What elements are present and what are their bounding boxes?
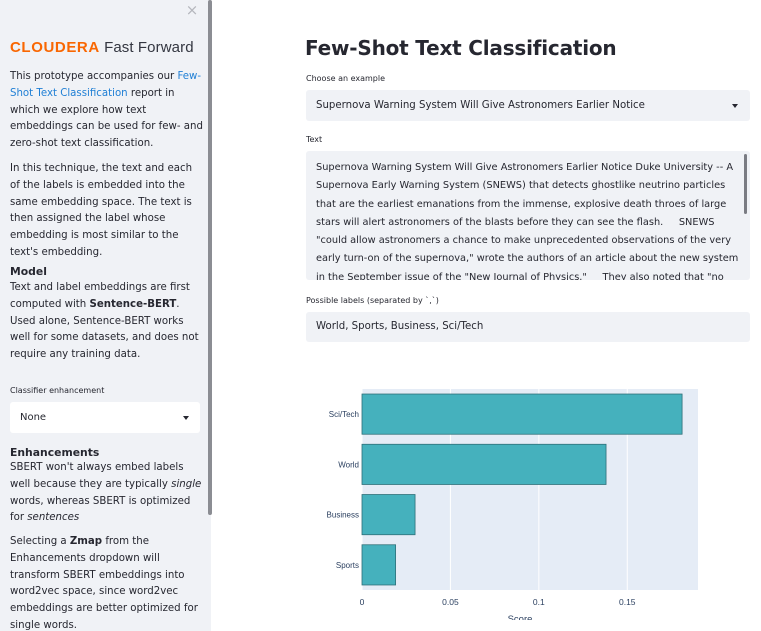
example-value: Supernova Warning System Will Give Astro… bbox=[316, 100, 645, 111]
score-chart-svg: 0 0.05 0.1 0.15 Sci/Tech World Business Sports S… bbox=[327, 389, 698, 625]
x-tick-label: 0.05 bbox=[442, 597, 459, 607]
main-content: Few-Shot Text Classification Choose an e… bbox=[212, 0, 761, 631]
model-heading: Model bbox=[10, 265, 47, 278]
enh-em-single: single bbox=[171, 478, 202, 490]
enhancement-select[interactable]: None bbox=[10, 402, 200, 433]
technique-paragraph: In this technique, the text and each of … bbox=[10, 163, 193, 258]
bar bbox=[361, 393, 683, 435]
zmap-text-end: from the Enhancements dropdown will tran… bbox=[10, 536, 198, 631]
page-title: Few-Shot Text Classification bbox=[305, 36, 617, 60]
enh-text: SBERT won't always embed labels well bec… bbox=[10, 462, 184, 490]
logo-text: Fast Forward bbox=[99, 39, 194, 56]
chevron-down-icon bbox=[183, 416, 189, 420]
labels-label: Possible labels (separated by `,`) bbox=[306, 296, 439, 305]
bar bbox=[361, 443, 607, 485]
example-select[interactable]: Supernova Warning System Will Give Astro… bbox=[306, 90, 750, 121]
sidebar: × CLOUDERA Fast Forward This prototype a… bbox=[0, 0, 211, 631]
enhancements-paragraph: SBERT won't always embed labels well bec… bbox=[10, 460, 204, 527]
logo-brand: CLOUDERA bbox=[10, 39, 100, 56]
x-axis-label: Score bbox=[508, 614, 533, 620]
enhancement-value: None bbox=[20, 412, 47, 423]
bar bbox=[361, 494, 416, 536]
chevron-down-icon bbox=[732, 104, 738, 108]
y-tick-label: Sports bbox=[336, 561, 359, 570]
x-tick-label: 0 bbox=[360, 597, 365, 607]
close-icon[interactable]: × bbox=[185, 3, 199, 18]
bar bbox=[361, 544, 396, 586]
labels-input[interactable]: World, Sports, Business, Sci/Tech bbox=[306, 312, 750, 342]
cloudera-logo: CLOUDERA Fast Forward bbox=[10, 39, 194, 56]
zmap-paragraph: Selecting a Zmap from the Enhancements d… bbox=[10, 534, 204, 631]
enhancement-label: Classifier enhancement bbox=[10, 386, 105, 395]
x-tick-label: 0.1 bbox=[533, 597, 545, 607]
enh-em-sentences: sentences bbox=[27, 512, 80, 524]
zmap-bold: Zmap bbox=[69, 536, 103, 547]
intro-text: This prototype accompanies our bbox=[10, 71, 178, 82]
zmap-text: Selecting a bbox=[10, 536, 70, 547]
score-chart: 0 0.05 0.1 0.15 Sci/Tech World Business Sports S… bbox=[302, 380, 722, 625]
enhancements-heading: Enhancements bbox=[10, 446, 100, 459]
y-tick-label: Sci/Tech bbox=[329, 410, 359, 419]
intro-paragraph: This prototype accompanies our Few-Shot … bbox=[10, 69, 204, 153]
y-tick-label: World bbox=[338, 460, 359, 469]
y-tick-label: Business bbox=[327, 511, 359, 520]
model-paragraph: Text and label embeddings are first comp… bbox=[10, 280, 204, 364]
text-area[interactable]: Supernova Warning System Will Give Astro… bbox=[306, 151, 750, 280]
x-tick-label: 0.15 bbox=[619, 597, 636, 607]
example-label: Choose an example bbox=[306, 74, 386, 83]
text-area-scrollbar[interactable] bbox=[744, 154, 747, 214]
text-area-content: Supernova Warning System Will Give Astro… bbox=[316, 162, 739, 280]
text-label: Text bbox=[306, 135, 323, 144]
model-name: Sentence-BERT bbox=[89, 298, 177, 310]
